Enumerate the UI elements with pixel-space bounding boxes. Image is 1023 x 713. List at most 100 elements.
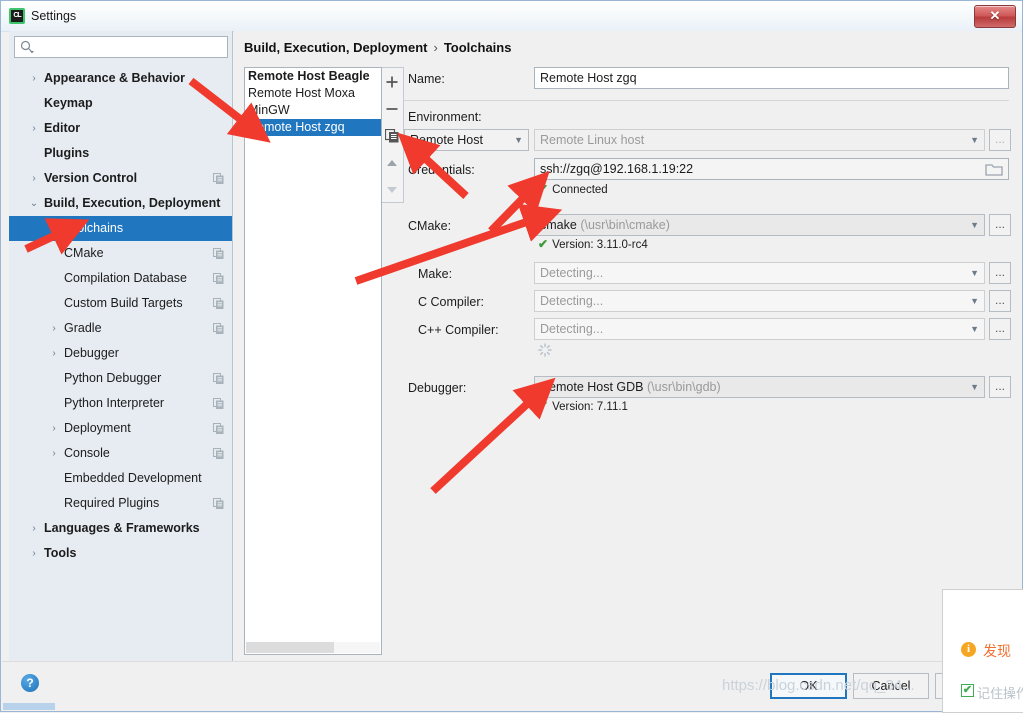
cpp-compiler-value: Detecting...: [540, 322, 604, 336]
chevron-right-icon[interactable]: ›: [27, 66, 41, 91]
chevron-right-icon[interactable]: ›: [47, 341, 61, 366]
sidebar-item-required-plugins[interactable]: Required Plugins: [9, 491, 232, 516]
close-icon[interactable]: ✕: [974, 5, 1016, 28]
remove-toolchain-button[interactable]: [382, 95, 402, 122]
sidebar-item-label: Appearance & Behavior: [44, 71, 186, 85]
sidebar-item-editor[interactable]: › Editor: [9, 116, 232, 141]
copy-settings-icon[interactable]: [213, 373, 224, 384]
sidebar-item-toolchains[interactable]: Toolchains: [9, 216, 232, 241]
sidebar-item-console[interactable]: › Console: [9, 441, 232, 466]
loading-spinner-icon: [538, 343, 552, 357]
sidebar-item-label: Console: [64, 446, 110, 460]
chevron-right-icon[interactable]: ›: [27, 116, 41, 141]
clion-icon: CL: [9, 8, 25, 24]
check-icon: ✔: [538, 237, 549, 251]
search-input[interactable]: [39, 37, 225, 59]
copy-settings-icon[interactable]: [213, 423, 224, 434]
environment-host-select[interactable]: Remote Linux host ▼: [534, 129, 985, 151]
sidebar-item-embedded-development[interactable]: Embedded Development: [9, 466, 232, 491]
chevron-down-icon[interactable]: ⌄: [27, 191, 41, 216]
search-box[interactable]: [14, 36, 228, 59]
sidebar-item-debugger[interactable]: › Debugger: [9, 341, 232, 366]
sidebar-item-deployment[interactable]: › Deployment: [9, 416, 232, 441]
copy-settings-icon[interactable]: [213, 398, 224, 409]
copy-settings-icon[interactable]: [213, 298, 224, 309]
environment-select[interactable]: Remote Host ▼: [404, 129, 529, 151]
toolchain-list-hscrollbar[interactable]: [246, 642, 380, 653]
copy-settings-icon[interactable]: [213, 248, 224, 259]
sidebar-item-label: Compilation Database: [64, 271, 187, 285]
chevron-right-icon[interactable]: ›: [27, 541, 41, 566]
remember-choice-checkbox[interactable]: ✔: [961, 684, 974, 697]
sidebar-item-label: Keymap: [44, 96, 93, 110]
list-item[interactable]: Remote Host zgq: [245, 119, 381, 136]
sidebar-item-plugins[interactable]: Plugins: [9, 141, 232, 166]
sidebar-item-tools[interactable]: › Tools: [9, 541, 232, 566]
cpp-compiler-browse-button[interactable]: ...: [989, 318, 1011, 340]
sidebar-item-label: Toolchains: [64, 221, 124, 235]
chevron-right-icon[interactable]: ›: [27, 166, 41, 191]
list-item[interactable]: Remote Host Beagle: [245, 68, 381, 85]
make-browse-button[interactable]: ...: [989, 262, 1011, 284]
copy-toolchain-button[interactable]: [382, 122, 402, 149]
settings-sidebar: › Appearance & Behavior Keymap › Editor Plugi…: [9, 31, 233, 663]
chevron-right-icon[interactable]: ›: [47, 416, 61, 441]
c-compiler-select[interactable]: Detecting... ▼: [534, 290, 985, 312]
environment-host-browse-button[interactable]: ...: [989, 129, 1011, 151]
popup-title: 发现: [983, 643, 1011, 659]
add-toolchain-button[interactable]: [382, 68, 402, 95]
c-compiler-label: C Compiler:: [418, 295, 484, 309]
cmake-select[interactable]: cmake (\usr\bin\cmake) ▼: [534, 214, 985, 236]
copy-settings-icon[interactable]: [213, 448, 224, 459]
hscrollbar-thumb[interactable]: [246, 642, 334, 653]
sidebar-item-cmake[interactable]: CMake: [9, 241, 232, 266]
cmake-browse-button[interactable]: ...: [989, 214, 1011, 236]
sidebar-item-label: Custom Build Targets: [64, 296, 183, 310]
make-value: Detecting...: [540, 266, 604, 280]
move-down-button[interactable]: [382, 176, 402, 203]
make-label: Make:: [418, 267, 453, 281]
c-compiler-browse-button[interactable]: ...: [989, 290, 1011, 312]
toolchain-list-toolbar: [382, 67, 404, 203]
sidebar-item-custom-build-targets[interactable]: Custom Build Targets: [9, 291, 232, 316]
sidebar-item-label: Plugins: [44, 146, 90, 160]
chevron-right-icon[interactable]: ›: [47, 316, 61, 341]
folder-icon[interactable]: [985, 160, 1003, 178]
chevron-right-icon[interactable]: ›: [47, 441, 61, 466]
chevron-down-icon: ▼: [970, 324, 979, 334]
make-select[interactable]: Detecting... ▼: [534, 262, 985, 284]
sidebar-item-appearance-behavior[interactable]: › Appearance & Behavior: [9, 66, 232, 91]
copy-settings-icon[interactable]: [213, 173, 224, 184]
breadcrumb-leaf: Toolchains: [443, 40, 512, 55]
form-divider: [404, 100, 1009, 101]
debugger-browse-button[interactable]: ...: [989, 376, 1011, 398]
debugger-select[interactable]: Remote Host GDB (\usr\bin\gdb) ▼: [534, 376, 985, 398]
name-input[interactable]: Remote Host zgq: [534, 67, 1009, 89]
help-icon[interactable]: ?: [21, 674, 39, 692]
cpp-compiler-select[interactable]: Detecting... ▼: [534, 318, 985, 340]
sidebar-item-python-interpreter[interactable]: Python Interpreter: [9, 391, 232, 416]
sidebar-item-python-debugger[interactable]: Python Debugger: [9, 366, 232, 391]
list-item[interactable]: Remote Host Moxa: [245, 85, 381, 102]
notification-popup[interactable]: i 发现 ✔ 记住操作: [942, 589, 1023, 713]
copy-settings-icon[interactable]: [213, 323, 224, 334]
list-item[interactable]: MinGW: [245, 102, 381, 119]
sidebar-item-keymap[interactable]: Keymap: [9, 91, 232, 116]
sidebar-item-compilation-database[interactable]: Compilation Database: [9, 266, 232, 291]
sidebar-item-languages-frameworks[interactable]: › Languages & Frameworks: [9, 516, 232, 541]
info-icon: i: [961, 642, 976, 657]
c-compiler-value: Detecting...: [540, 294, 604, 308]
toolchain-list[interactable]: Remote Host Beagle Remote Host Moxa MinGW R…: [244, 67, 382, 655]
copy-settings-icon[interactable]: [213, 273, 224, 284]
move-up-button[interactable]: [382, 149, 402, 176]
sidebar-item-gradle[interactable]: › Gradle: [9, 316, 232, 341]
cmake-status: ✔ Version: 3.11.0-rc4: [538, 237, 648, 251]
sidebar-item-label: Required Plugins: [64, 496, 160, 510]
copy-settings-icon[interactable]: [213, 498, 224, 509]
settings-tree: › Appearance & Behavior Keymap › Editor Plugi…: [9, 66, 232, 663]
chevron-right-icon[interactable]: ›: [27, 516, 41, 541]
sidebar-item-version-control[interactable]: › Version Control: [9, 166, 232, 191]
credentials-input[interactable]: ssh://zgq@192.168.1.19:22: [534, 158, 1009, 180]
debugger-path: (\usr\bin\gdb): [647, 380, 721, 394]
sidebar-item-build-execution-deployment[interactable]: ⌄ Build, Execution, Deployment: [9, 191, 232, 216]
